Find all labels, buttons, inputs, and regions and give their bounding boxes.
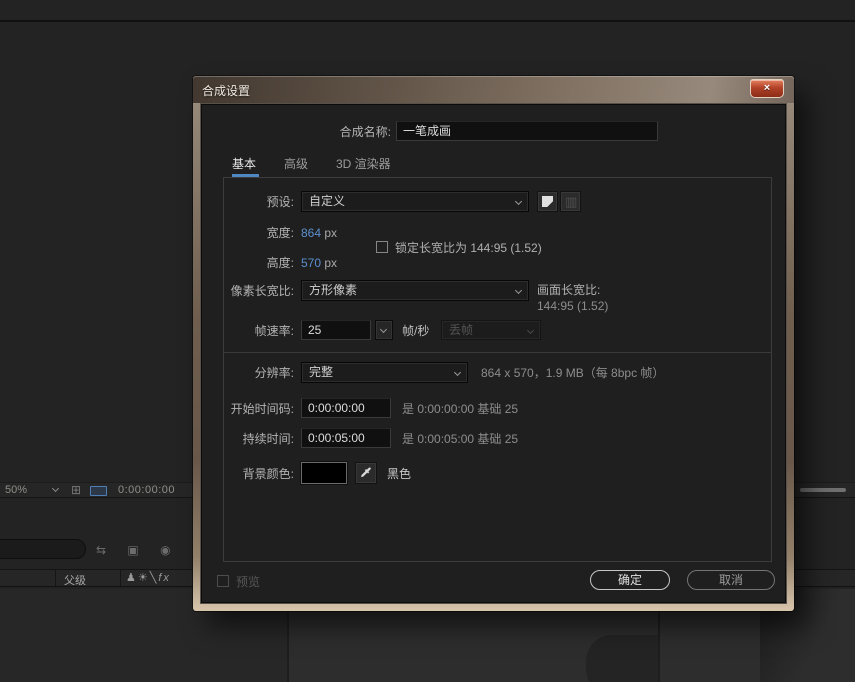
- drop-frame-select: 丢帧: [441, 320, 541, 340]
- background-color-swatch[interactable]: [301, 462, 347, 484]
- preset-select[interactable]: 自定义: [301, 191, 529, 212]
- resolution-label: 分辨率:: [209, 363, 294, 383]
- resolution-select[interactable]: 完整: [301, 362, 468, 383]
- fx-icon[interactable]: fx: [158, 572, 171, 584]
- frame-rate-input[interactable]: 25: [301, 320, 371, 340]
- background-color-name: 黑色: [387, 464, 411, 484]
- zoom-chevron-icon[interactable]: [53, 484, 58, 497]
- timeline-search-input[interactable]: [0, 539, 86, 559]
- tab-3d-renderer[interactable]: 3D 渲染器: [336, 154, 391, 174]
- lock-aspect-label: 锁定长宽比为 144:95 (1.52): [395, 238, 542, 258]
- start-timecode-info: 是 0:00:00:00 基础 25: [402, 399, 518, 419]
- delete-preset-button[interactable]: ▥: [560, 191, 581, 212]
- pixel-aspect-label: 像素长宽比:: [209, 281, 294, 301]
- tab-advanced[interactable]: 高级: [284, 154, 308, 174]
- parent-link-icon[interactable]: ⇆: [96, 543, 106, 557]
- pixel-aspect-select[interactable]: 方形像素: [301, 280, 529, 301]
- dialog-body: 合成名称: 一笔成画 基本 高级 3D 渲染器 预设: 自定义 ▥ 宽度: 86…: [200, 103, 787, 604]
- app-screen: 50% ⊞ 0:00:00:00 ⇆ ▣ ◉ 父级 ♟☀╲fx 合成设置 × 合…: [0, 0, 855, 682]
- column-divider: [55, 570, 56, 586]
- frame-aspect-value: 144:95 (1.52): [537, 296, 608, 316]
- column-divider: [120, 570, 121, 586]
- height-value[interactable]: 570 px: [301, 253, 337, 273]
- ok-button[interactable]: 确定: [590, 570, 670, 590]
- viewer-timecode[interactable]: 0:00:00:00: [118, 484, 175, 497]
- menu-bar: [0, 0, 855, 22]
- frame-rate-dropdown-button[interactable]: [375, 320, 393, 340]
- resolution-info: 864 x 570，1.9 MB（每 8bpc 帧）: [481, 363, 664, 383]
- save-preset-button[interactable]: [537, 191, 558, 212]
- lock-aspect-checkbox[interactable]: [376, 241, 388, 253]
- width-value[interactable]: 864 px: [301, 223, 337, 243]
- zoom-level-select[interactable]: 50%: [5, 484, 27, 497]
- parent-column-header[interactable]: 父级: [64, 572, 86, 588]
- new-document-icon: [542, 196, 553, 207]
- frame-rate-label: 帧速率:: [209, 321, 294, 341]
- motion-blur-icon[interactable]: ☀: [138, 572, 150, 584]
- close-icon[interactable]: ×: [750, 79, 784, 98]
- duration-label: 持续时间:: [209, 429, 294, 449]
- duration-input[interactable]: 0:00:05:00: [301, 428, 391, 448]
- composition-settings-dialog: 合成设置 × 合成名称: 一笔成画 基本 高级 3D 渲染器 预设: 自定义 ▥…: [193, 76, 794, 611]
- trash-icon: ▥: [565, 194, 577, 209]
- start-timecode-input[interactable]: 0:00:00:00: [301, 398, 391, 418]
- height-label: 高度:: [209, 253, 294, 273]
- width-label: 宽度:: [209, 223, 294, 243]
- section-separator: [224, 352, 771, 353]
- preview-label: 预览: [236, 572, 260, 592]
- start-timecode-label: 开始时间码:: [209, 399, 294, 419]
- shy-icon[interactable]: ♟: [126, 572, 138, 584]
- frame-rate-unit: 帧/秒: [402, 321, 429, 341]
- render-settings-icon[interactable]: ◉: [160, 543, 170, 557]
- region-of-interest-icon[interactable]: [90, 486, 107, 496]
- eyedropper-button[interactable]: [355, 462, 377, 484]
- duration-info: 是 0:00:05:00 基础 25: [402, 429, 518, 449]
- preview-checkbox: [217, 575, 229, 587]
- dialog-title-bar[interactable]: 合成设置 ×: [193, 76, 794, 103]
- timeline-toolbar: ⇆ ▣ ◉: [96, 543, 196, 557]
- transfer-controls-icon[interactable]: ▣: [127, 543, 138, 557]
- tab-basic[interactable]: 基本: [232, 154, 256, 174]
- preset-label: 预设:: [209, 192, 294, 212]
- dialog-title: 合成设置: [202, 82, 250, 99]
- comp-name-input[interactable]: 一笔成画: [396, 121, 658, 141]
- layer-switches-header: ♟☀╲fx: [126, 571, 171, 584]
- viewer-scrollbar[interactable]: [800, 488, 846, 492]
- eyedropper-icon: [359, 466, 373, 480]
- background-color-label: 背景颜色:: [209, 464, 294, 484]
- comp-name-label: 合成名称:: [271, 122, 391, 142]
- grid-guides-icon[interactable]: ⊞: [71, 484, 81, 497]
- graph-shape: [586, 635, 658, 682]
- cancel-button[interactable]: 取消: [687, 570, 775, 590]
